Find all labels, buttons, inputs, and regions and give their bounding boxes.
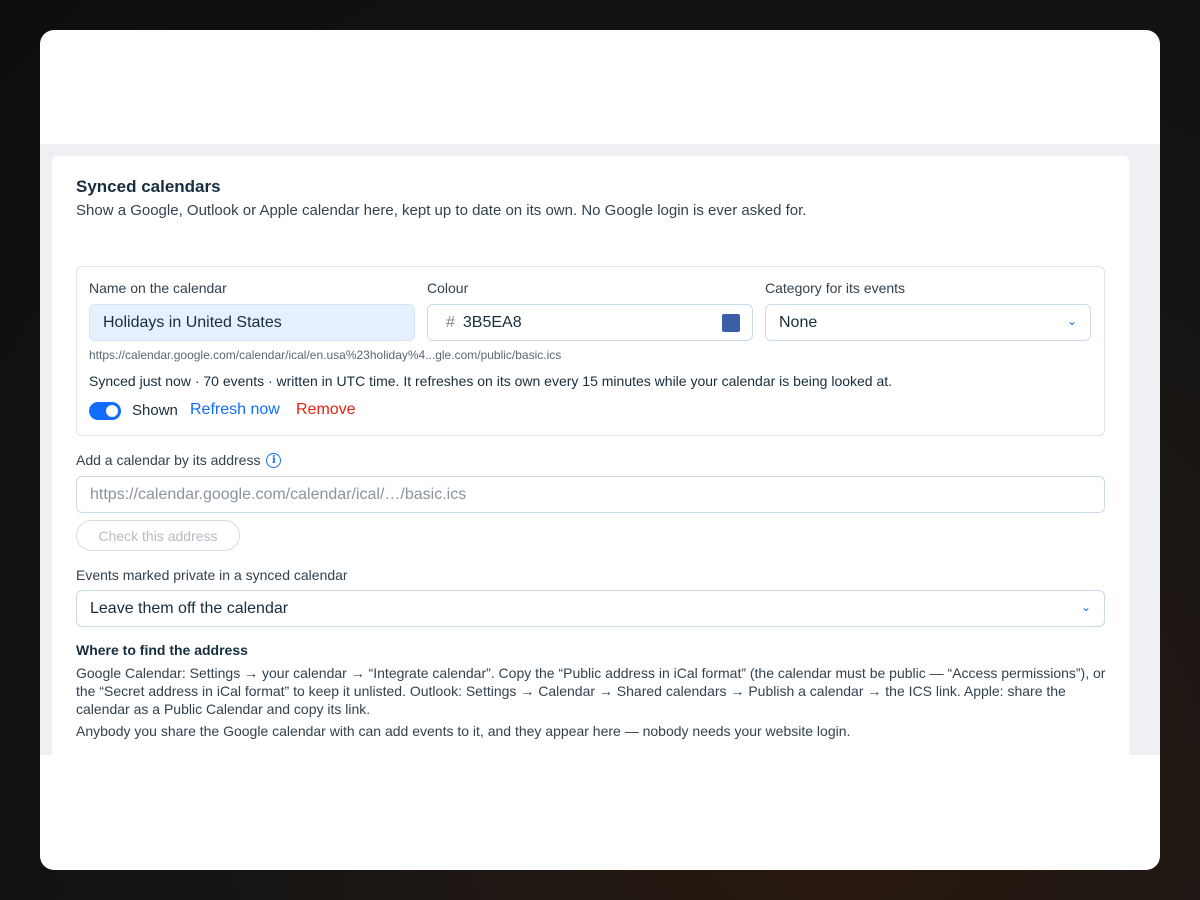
toggle-knob	[106, 405, 118, 417]
private-events-label: Events marked private in a synced calend…	[76, 567, 348, 583]
section-subtitle: Show a Google, Outlook or Apple calendar…	[76, 202, 807, 219]
shown-toggle[interactable]	[89, 402, 121, 420]
calendar-url: https://calendar.google.com/calendar/ica…	[89, 348, 562, 362]
add-calendar-label-row: Add a calendar by its address i	[76, 452, 282, 468]
chevron-down-icon: ⌄	[1080, 600, 1091, 614]
info-icon[interactable]: i	[266, 452, 282, 468]
help-note: Anybody you share the Google calendar wi…	[76, 723, 851, 739]
synced-calendars-card: Synced calendars Show a Google, Outlook …	[52, 156, 1129, 755]
colour-value: 3B5EA8	[462, 313, 522, 331]
help-title: Where to find the address	[76, 642, 248, 658]
colour-label: Colour	[427, 280, 469, 296]
check-address-button[interactable]: Check this address	[76, 520, 240, 551]
help-body: Google Calendar: Settings → your calenda…	[76, 665, 1106, 717]
category-value: None	[779, 313, 818, 331]
name-label: Name on the calendar	[89, 280, 227, 296]
sync-status: Synced just now · 70 events · written in…	[89, 373, 893, 389]
calendar-name-field[interactable]: Holidays in United States	[89, 304, 415, 341]
refresh-now-link[interactable]: Refresh now	[190, 401, 280, 419]
synced-calendar-entry: Name on the calendar Holidays in United …	[76, 266, 1105, 436]
app-window: Synced calendars Show a Google, Outlook …	[40, 30, 1160, 870]
hash-symbol: #	[446, 313, 455, 331]
chevron-down-icon: ⌄	[1066, 314, 1077, 328]
category-label: Category for its events	[765, 280, 906, 296]
private-events-value: Leave them off the calendar	[90, 599, 289, 617]
private-events-select[interactable]: Leave them off the calendar ⌄	[76, 590, 1105, 627]
calendar-name-value: Holidays in United States	[103, 313, 282, 331]
add-calendar-label: Add a calendar by its address	[76, 452, 261, 468]
colour-swatch[interactable]	[722, 314, 740, 332]
calendar-address-input[interactable]	[76, 476, 1105, 513]
shown-label: Shown	[132, 402, 178, 419]
remove-link[interactable]: Remove	[296, 401, 356, 419]
category-select[interactable]: None ⌄	[765, 304, 1091, 341]
colour-field[interactable]: # 3B5EA8	[427, 304, 753, 341]
section-title: Synced calendars	[76, 177, 221, 196]
